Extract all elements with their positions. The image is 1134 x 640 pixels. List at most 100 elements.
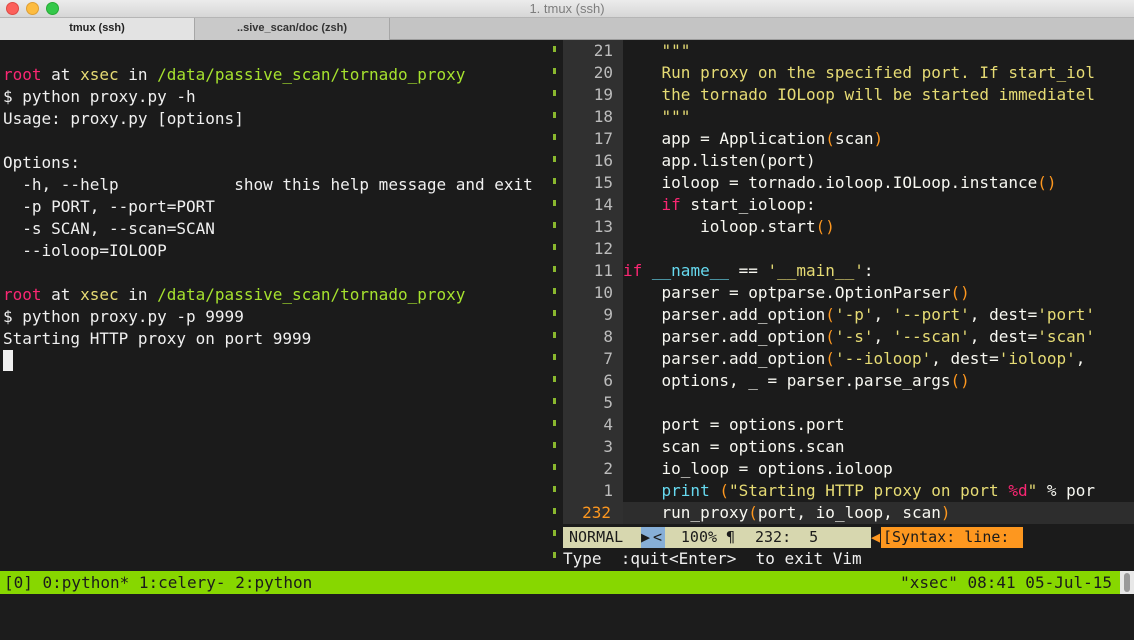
prompt-path: /data/passive_scan/tornado_proxy [157,285,466,304]
prompt-user: root [3,285,42,304]
prompt-at: at [41,285,81,304]
line-number: 21 [593,41,613,60]
code-line: """ [623,41,691,60]
vim-message-line: Type :quit<Enter> to exit Vim [563,549,862,568]
prompt-host: xsec [80,65,119,84]
title-bar: 1. tmux (ssh) [0,0,1134,18]
line-number: 19 [593,85,613,104]
left-shell-pane[interactable]: root at xsec in /data/passive_scan/torna… [0,40,556,572]
code-line: the tornado IOLoop will be started immed… [623,85,1096,104]
code-line: parser.add_option('-s', '--scan', dest='… [623,327,1096,346]
divider-mark [553,420,556,426]
code-line: if __name__ == '__main__': [623,261,874,280]
code-line: print ("Starting HTTP proxy on port %d" … [661,481,1096,500]
shell-output-line: Options: [3,153,81,172]
line-number: 12 [593,239,613,258]
prompt-at: at [41,65,81,84]
code-line: port = options.port [623,415,845,434]
code-line: parser.add_option('-p', '--port', dest='… [623,305,1096,324]
current-line-number: 232 [563,502,611,524]
line-number: 8 [603,327,613,346]
powerline-arrow-icon: < [653,527,665,548]
line-number: 4 [603,415,613,434]
terminal-area[interactable]: root at xsec in /data/passive_scan/torna… [0,40,1134,572]
divider-mark [553,178,556,184]
code-line: app = Application(scan) [623,129,884,148]
line-number: 13 [593,217,613,236]
divider-mark [553,200,556,206]
code-line: app.listen(port) [623,151,816,170]
line-number: 17 [593,129,613,148]
divider-mark [553,156,556,162]
vim-cursor-position: 232: 5 [751,527,871,548]
tab-bar: tmux (ssh) ..sive_scan/doc (zsh) [0,18,1134,40]
code-line: """ [623,107,691,126]
line-number: 16 [593,151,613,170]
code-line: io_loop = options.ioloop [623,459,893,478]
vim-file-percent: 100% ¶ [665,527,751,548]
prompt-path: /data/passive_scan/tornado_proxy [157,65,466,84]
vim-editor-pane[interactable]: 21 20 19 18 17 16 15 14 13 12 11 10 9 8 … [563,40,1134,572]
divider-mark [553,442,556,448]
code-line: Run proxy on the specified port. If star… [623,63,1096,82]
code-line: if start_ioloop: [661,195,816,214]
divider-mark [553,134,556,140]
line-number: 1 [603,481,613,500]
code-line: parser.add_option('--ioloop', dest='iolo… [623,349,1086,368]
code-line: ioloop.start() [623,217,835,236]
divider-mark [553,244,556,250]
tab-tmux-ssh[interactable]: tmux (ssh) [0,18,195,40]
shell-output-line: -h, --help show this help message and ex… [3,175,533,194]
divider-mark [553,288,556,294]
shell-output-line: -s SCAN, --scan=SCAN [3,219,215,238]
shell-output-line: --ioloop=IOLOOP [3,241,167,260]
line-number: 5 [603,393,613,412]
divider-mark [553,398,556,404]
vim-statusline: NORMAL ▶ < 100% ¶ 232: 5 ◀ [Syntax: line… [563,527,1134,548]
shell-output-line: Usage: proxy.py [options] [3,109,244,128]
line-number: 10 [593,283,613,302]
prompt-line: root at xsec in /data/passive_scan/torna… [3,64,465,86]
divider-mark [553,354,556,360]
line-number: 11 [593,261,613,280]
shell-output-line: Starting HTTP proxy on port 9999 [3,329,312,348]
line-number: 9 [603,305,613,324]
line-number: 7 [603,349,613,368]
shell-output-line: $ python proxy.py -h [3,87,196,106]
line-number: 15 [593,173,613,192]
divider-mark [553,310,556,316]
line-number: 2 [603,459,613,478]
vim-mode-indicator: NORMAL [563,527,641,548]
code-line: ioloop = tornado.ioloop.IOLoop.instance(… [623,173,1057,192]
divider-mark [553,222,556,228]
code-line: parser = optparse.OptionParser() [623,283,970,302]
tab-doc-zsh[interactable]: ..sive_scan/doc (zsh) [195,18,390,40]
line-number: 18 [593,107,613,126]
divider-mark [553,530,556,536]
divider-mark [553,508,556,514]
shell-output-line: $ python proxy.py -p 9999 [3,307,244,326]
tmux-status-bar: [0] 0:python* 1:celery- 2:python "xsec" … [0,571,1120,594]
divider-mark [553,486,556,492]
line-number: 20 [593,63,613,82]
divider-mark [553,332,556,338]
divider-mark [553,376,556,382]
tmux-window-list[interactable]: [0] 0:python* 1:celery- 2:python [4,571,312,594]
divider-mark [553,90,556,96]
prompt-user: root [3,65,42,84]
divider-mark [553,112,556,118]
powerline-arrow-icon: ▶ [641,527,653,548]
divider-mark [553,552,556,558]
line-number: 6 [603,371,613,390]
scrollbar[interactable] [1120,571,1134,594]
terminal-cursor [3,350,13,371]
tmux-host-clock: "xsec" 08:41 05-Jul-15 [900,573,1112,592]
scrollbar-thumb[interactable] [1124,573,1130,592]
window-title: 1. tmux (ssh) [529,1,605,16]
code-line: options, _ = parser.parse_args() [623,371,970,390]
shell-output-line: -p PORT, --port=PORT [3,197,215,216]
line-number: 14 [593,195,613,214]
prompt-in: in [118,65,158,84]
divider-mark [553,266,556,272]
code-line: scan = options.scan [623,437,845,456]
